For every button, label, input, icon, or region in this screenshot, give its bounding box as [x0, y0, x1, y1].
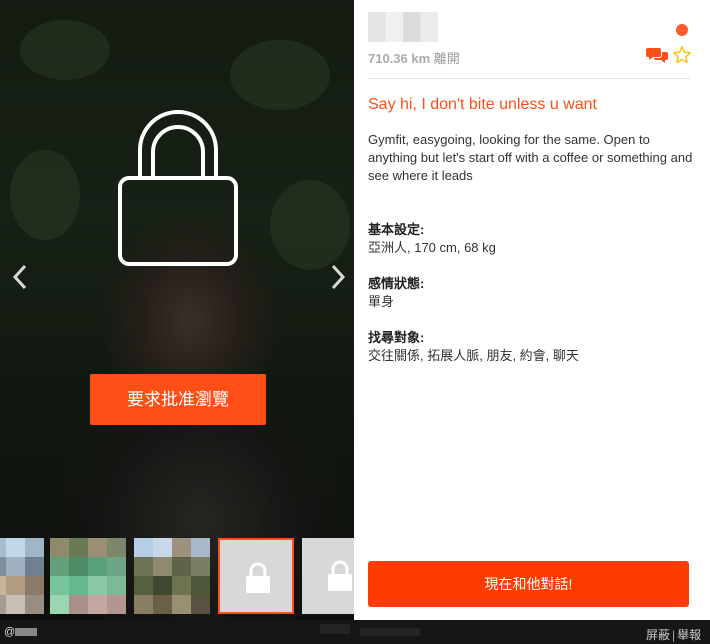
- section-value-basics: 亞洲人, 170 cm, 68 kg: [368, 240, 496, 255]
- lock-icon: [328, 560, 352, 591]
- thumbnail-locked[interactable]: [302, 538, 354, 614]
- lock-icon: [246, 562, 270, 593]
- footer-handle: @: [4, 626, 38, 638]
- footer-links: 屏蔽 | 舉報: [646, 626, 701, 643]
- handle-redacted: [15, 628, 38, 637]
- divider: [368, 78, 690, 79]
- footer-bar: [0, 620, 710, 644]
- distance-value: 710.36 km: [368, 51, 431, 66]
- section-label-looking-for: 找尋對象:: [368, 330, 425, 345]
- thumbnail-photo[interactable]: [134, 538, 210, 614]
- handle-prefix: @: [4, 626, 16, 638]
- profile-headline: Say hi, I don't bite unless u want: [368, 96, 597, 113]
- thumbnail-locked[interactable]: [218, 538, 294, 614]
- section-value-relationship: 單身: [368, 294, 395, 309]
- report-link[interactable]: 舉報: [677, 628, 701, 642]
- distance-label: 710.36 km 離開: [368, 48, 460, 67]
- photo-dim-overlay: [0, 0, 354, 620]
- request-access-button[interactable]: 要求批准瀏覽: [90, 374, 266, 425]
- lock-icon: [118, 110, 238, 266]
- start-chat-button[interactable]: 現在和他對話!: [368, 561, 689, 607]
- background-texture: [360, 628, 420, 636]
- star-outline-icon[interactable]: [672, 45, 692, 65]
- chevron-right-icon[interactable]: [326, 262, 350, 292]
- thumbnail-photo[interactable]: [0, 538, 44, 614]
- thumbnail-photo[interactable]: [50, 538, 126, 614]
- section-label-relationship: 感情狀態:: [368, 276, 425, 291]
- background-texture: [320, 624, 350, 634]
- chevron-left-icon[interactable]: [8, 262, 32, 292]
- thumbnail-strip: [0, 536, 354, 616]
- section-label-basics: 基本設定:: [368, 222, 425, 237]
- profile-photo-viewer: 要求批准瀏覽: [0, 0, 354, 620]
- distance-suffix: 離開: [433, 51, 460, 66]
- section-value-looking-for: 交往關係, 拓展人脈, 朋友, 約會, 聊天: [368, 348, 579, 363]
- online-status-dot: [676, 24, 688, 36]
- chat-bubbles-icon[interactable]: [646, 46, 668, 64]
- username-redacted: [368, 12, 438, 42]
- profile-info-panel: 710.36 km 離開 Say hi, I don't bite unless…: [354, 0, 710, 620]
- profile-about: Gymfit, easygoing, looking for the same.…: [368, 132, 693, 183]
- block-link[interactable]: 屏蔽: [646, 628, 670, 642]
